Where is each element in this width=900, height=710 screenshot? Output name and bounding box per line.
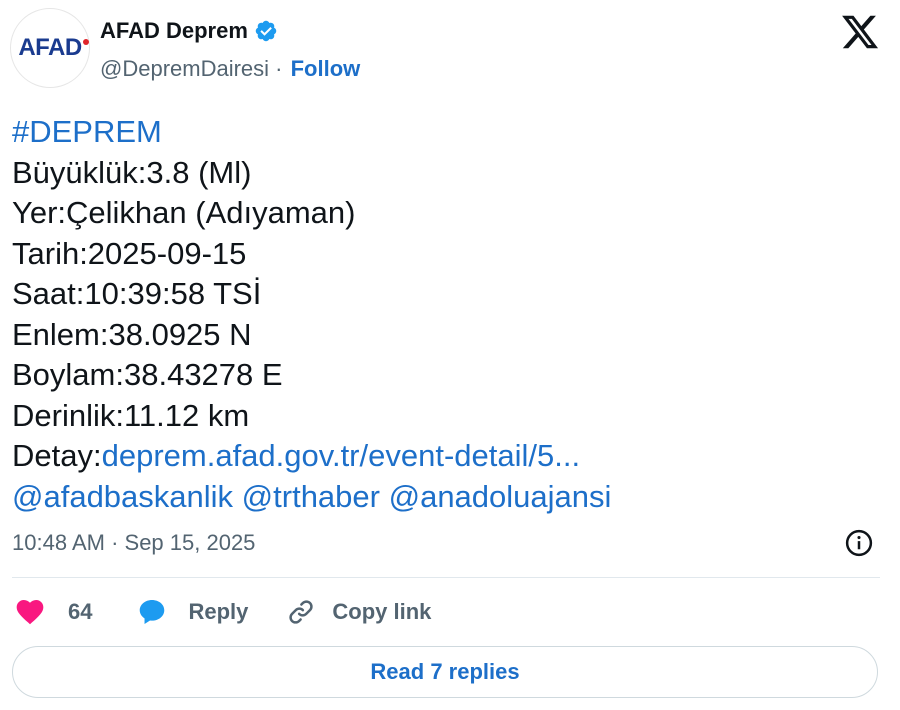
- author-name-row: AFAD Deprem: [100, 18, 278, 44]
- reply-bubble-icon: [140, 600, 165, 624]
- like-count: 64: [68, 599, 93, 624]
- tweet-line-longitude: Boylam:38.43278 E: [12, 357, 283, 392]
- avatar[interactable]: AFAD: [10, 8, 90, 88]
- verified-badge-icon: [255, 20, 277, 42]
- tweet-line-depth: Derinlik:11.12 km: [12, 397, 250, 433]
- mention-link[interactable]: @anadoluajansi: [389, 479, 612, 514]
- tweet-line-magnitude: Büyüklük:3.8 (Ml): [12, 154, 252, 190]
- action-bar: 64 Reply Copy link: [14, 592, 431, 632]
- copy-link-button[interactable]: Copy link: [286, 597, 431, 627]
- timestamp-separator: ·: [104, 530, 125, 555]
- tweet-line-detail: Detay:deprem.afad.gov.tr/event-detail/5.…: [12, 436, 611, 477]
- author-display-name[interactable]: AFAD Deprem: [100, 18, 248, 44]
- mention-link[interactable]: @afadbaskanlik: [12, 479, 233, 514]
- heart-icon: [16, 600, 44, 625]
- detail-label: Detay:: [12, 438, 102, 473]
- handle-separator: ·: [269, 56, 289, 81]
- timestamp-date: Sep 15, 2025: [124, 530, 256, 555]
- author-handle-row: @DepremDairesi · Follow: [100, 56, 360, 82]
- follow-button[interactable]: Follow: [291, 56, 361, 82]
- detail-link[interactable]: deprem.afad.gov.tr/event-detail/5...: [102, 438, 580, 473]
- mention-link[interactable]: @trthaber: [242, 479, 380, 514]
- read-replies-button[interactable]: Read 7 replies: [12, 646, 878, 698]
- reply-button[interactable]: Reply: [136, 596, 248, 628]
- mentions-line: @afadbaskanlik @trthaber @anadoluajansi: [12, 477, 611, 518]
- x-logo-icon[interactable]: [840, 12, 880, 52]
- tweet-line-date: Tarih:2025-09-15: [12, 235, 247, 271]
- copy-link-label: Copy link: [332, 599, 432, 624]
- timestamp-time: 10:48 AM: [12, 530, 105, 555]
- like-button[interactable]: 64: [14, 596, 92, 628]
- author-handle[interactable]: @DepremDairesi: [100, 56, 269, 82]
- afad-logo-text: AFAD: [18, 34, 82, 61]
- info-icon[interactable]: [844, 528, 874, 558]
- tweet-line-latitude: Enlem:38.0925 N: [12, 316, 252, 352]
- divider: [12, 577, 880, 578]
- tweet-line-time: Saat:10:39:58 TSİ: [12, 276, 262, 311]
- read-replies-label: Read 7 replies: [370, 659, 520, 684]
- tweet-line-location: Yer:Çelikhan (Adıyaman): [12, 195, 356, 230]
- reply-label: Reply: [188, 599, 249, 624]
- link-icon: [289, 600, 314, 624]
- tweet-timestamp[interactable]: 10:48 AM · Sep 15, 2025: [12, 530, 255, 556]
- hashtag-link[interactable]: #DEPREM: [12, 114, 162, 149]
- afad-logo-dot: [83, 39, 89, 45]
- tweet-text: #DEPREM Büyüklük:3.8 (Ml) Yer:Çelikhan (…: [12, 112, 611, 517]
